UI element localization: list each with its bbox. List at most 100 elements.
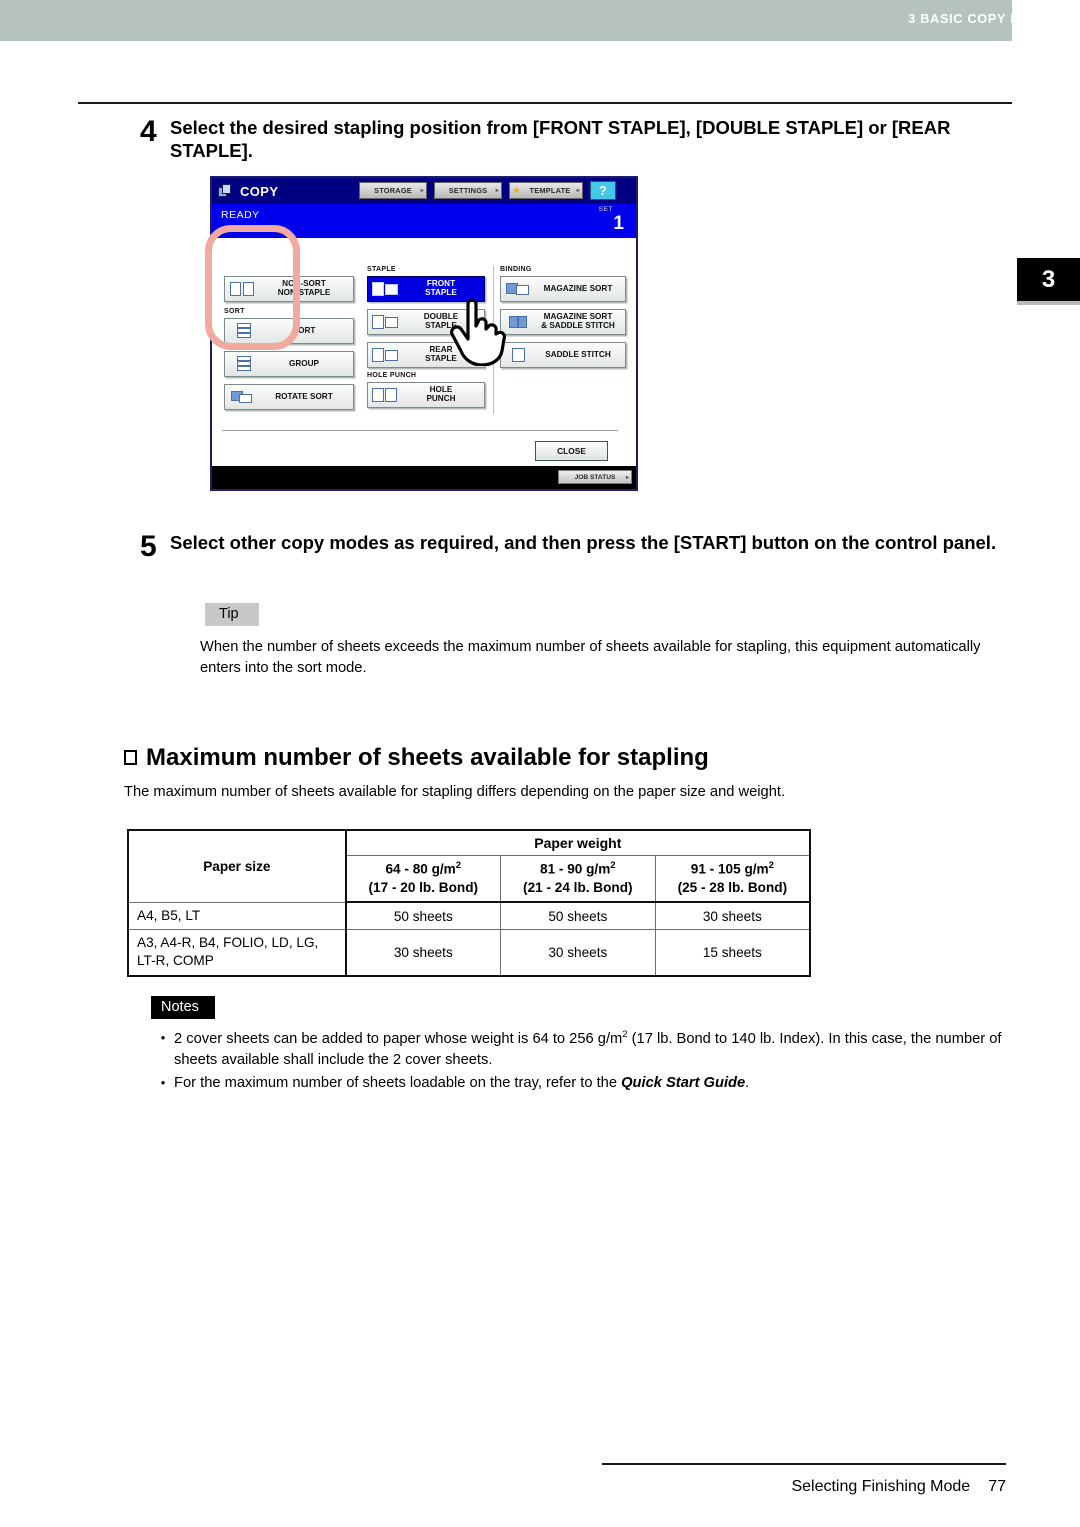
step-4-number: 4 [140,115,157,148]
panel-storage-label: STORAGE [374,186,412,195]
double-staple-icon [368,314,402,330]
table-weight-col-2: 81 - 90 g/m2 (21 - 24 lb. Bond) [499,855,656,904]
panel-button-non-sort-non-staple[interactable]: NON-SORT NON-STAPLE [224,276,354,302]
footer-page-number: 77 [988,1478,1006,1495]
panel-button-sort-label: SORT [292,325,316,335]
panel-job-status-label: JOB STATUS [574,473,616,481]
panel-button-group-label: GROUP [288,358,320,368]
table-corner-header: Paper size [127,828,347,903]
panel-help-button[interactable]: ? [590,181,616,200]
front-staple-icon [368,281,402,297]
table-row-2-value-1: 30 sheets [345,929,501,977]
tip-label: Tip [205,603,259,626]
copy-documents-icon [218,184,233,198]
panel-status-bar: READY SET 1 [212,204,636,238]
panel-title: COPY [240,183,279,199]
top-divider-rule [78,102,1012,104]
table-row-1-value-3: 30 sheets [654,901,811,931]
sort-icon [225,323,259,339]
table-row-2-size: A3, A4-R, B4, FOLIO, LD, LG, LT-R, COMP [127,929,347,977]
table-span-header: Paper weight [345,829,812,856]
panel-button-saddle-stitch[interactable]: SADDLE STITCH [500,342,626,368]
group-icon [225,356,259,372]
square-bullet-icon [124,749,137,765]
panel-close-button[interactable]: CLOSE [535,441,608,461]
panel-storage-button[interactable]: STORAGE ▸ [359,182,427,199]
table-row-1-value-1: 50 sheets [345,901,501,931]
panel-button-group[interactable]: GROUP [224,351,354,377]
panel-button-magazine-saddle-line2: & SADDLE STITCH [541,321,615,330]
panel-settings-label: SETTINGS [448,186,488,195]
table-weight-col-1: 64 - 80 g/m2 (17 - 20 lb. Bond) [345,855,501,904]
panel-template-label: TEMPLATE [529,186,571,195]
step-5: 5 Select other copy modes as required, a… [140,531,1020,562]
panel-caption-sort: SORT [224,308,245,315]
table-row: A4, B5, LT 50 sheets 50 sheets 30 sheets [127,901,811,931]
panel-button-rotate-sort[interactable]: ROTATE SORT [224,384,354,410]
table-row: A3, A4-R, B4, FOLIO, LD, LG, LT-R, COMP … [127,929,811,977]
table-row-1-size: A4, B5, LT [127,901,347,931]
panel-set-value: 1 [613,213,624,234]
panel-button-hole-punch[interactable]: HOLE PUNCH [367,382,485,408]
step-5-text: Select other copy modes as required, and… [170,532,997,553]
chevron-right-icon: ▸ [576,188,580,194]
panel-bottom-bar: JOB STATUS ▸ [212,466,636,489]
chevron-right-icon: ▸ [420,188,424,194]
panel-button-magazine-sort-label: MAGAZINE SORT [543,283,613,293]
running-header-band [0,0,1012,41]
panel-button-saddle-stitch-label: SADDLE STITCH [545,349,611,359]
panel-caption-hole-punch: HOLE PUNCH [367,372,417,379]
panel-titlebar: COPY STORAGE ▸ SETTINGS ▸ ★ TEMPLATE ▸ ? [212,178,636,204]
panel-button-magazine-sort[interactable]: MAGAZINE SORT [500,276,626,302]
chevron-right-icon: ▸ [495,188,499,194]
panel-button-hole-punch-line2: PUNCH [426,394,456,403]
panel-status-message: READY [221,209,260,221]
table-row-2-value-3: 15 sheets [654,929,811,977]
panel-body-divider [222,430,618,431]
panel-button-non-sort-line2: NON-STAPLE [277,288,331,297]
panel-button-rotate-sort-label: ROTATE SORT [275,391,333,401]
section-lead-text: The maximum number of sheets available f… [124,784,786,800]
copier-touch-panel-screenshot: COPY STORAGE ▸ SETTINGS ▸ ★ TEMPLATE ▸ ?… [210,176,638,491]
hole-punch-icon [368,387,402,403]
bullet-icon: • [160,1074,166,1090]
non-sort-non-staple-icon [225,281,259,297]
notes-list: • 2 cover sheets can be added to paper w… [152,1028,1012,1096]
note-2-text-before: For the maximum number of sheets loadabl… [174,1074,622,1091]
chapter-tab-number: 3 [1017,258,1080,301]
footer-title: Selecting Finishing Mode [791,1478,971,1495]
bullet-icon: • [160,1030,166,1045]
table-row-1-value-2: 50 sheets [499,901,656,931]
panel-template-button[interactable]: ★ TEMPLATE ▸ [509,182,583,199]
help-question-icon: ? [598,183,608,198]
panel-settings-button[interactable]: SETTINGS ▸ [434,182,502,199]
rear-staple-icon [368,347,402,363]
notes-label: Notes [151,996,215,1019]
step-4: 4 Select the desired stapling position f… [140,116,1020,163]
step-5-number: 5 [140,530,157,563]
chevron-right-icon: ▸ [625,474,629,481]
panel-button-sort[interactable]: SORT [224,318,354,344]
rotate-sort-icon [225,389,259,405]
magazine-sort-icon [501,281,535,297]
table-row-2-value-2: 30 sheets [499,929,656,977]
table-weight-col-3: 91 - 105 g/m2 (25 - 28 lb. Bond) [654,855,811,904]
max-sheets-table: Paper size Paper weight 64 - 80 g/m2 (17… [127,828,812,977]
pointing-hand-cursor-annotation [450,298,506,366]
note-2-text-after: . [745,1074,750,1091]
star-icon: ★ [513,186,521,195]
step-4-text: Select the desired stapling position fro… [170,117,951,162]
note-1-text-before: 2 cover sheets can be added to paper who… [174,1030,623,1047]
tip-text: When the number of sheets exceeds the ma… [200,639,981,677]
panel-caption-binding: BINDING [500,266,532,273]
footer-divider-rule [602,1463,1006,1465]
note-2-emphasis: Quick Start Guide [621,1074,746,1091]
panel-button-magazine-sort-saddle-stitch[interactable]: MAGAZINE SORT & SADDLE STITCH [500,309,626,335]
panel-close-label: CLOSE [557,446,586,456]
table-header-row-1: Paper size Paper weight [127,828,812,903]
panel-job-status-button[interactable]: JOB STATUS ▸ [558,470,632,484]
panel-set-label: SET [598,206,613,213]
saddle-stitch-icon [501,347,535,363]
panel-caption-staple: STAPLE [367,266,396,273]
section-heading-text: Maximum number of sheets available for s… [146,744,709,771]
